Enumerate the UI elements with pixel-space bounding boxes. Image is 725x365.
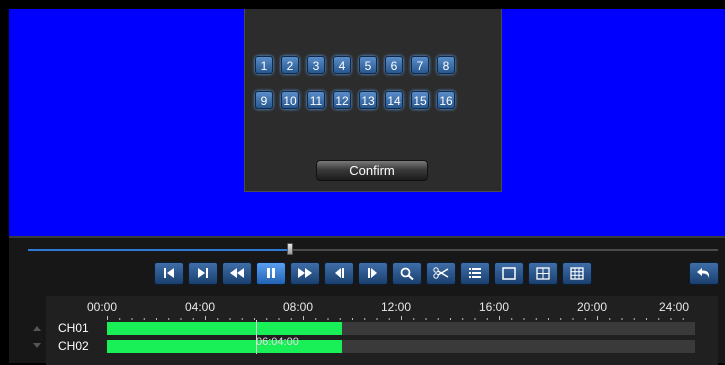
channel-select-dialog: 12345678 9 10 11 12 13 14 15 16 Confirm — [244, 9, 502, 192]
playback-panel: 00:00 04:00 08:00 12:00 16:00 20:00 24:00 CH01… — [9, 236, 725, 365]
channel-button-10[interactable]: 10 — [281, 91, 299, 109]
channel-button-2[interactable]: 2 — [281, 56, 299, 74]
progress-fill — [28, 249, 291, 251]
layout-1-button[interactable] — [494, 262, 524, 285]
skip-to-end-button[interactable] — [188, 262, 218, 285]
channel-button-14[interactable]: 14 — [385, 91, 403, 109]
channel-button-4[interactable]: 4 — [333, 56, 351, 74]
fast-forward-icon — [291, 267, 319, 279]
rewind-button[interactable] — [222, 262, 252, 285]
pause-icon — [257, 267, 285, 279]
scroll-down-icon[interactable] — [33, 343, 41, 348]
hour-label: 16:00 — [479, 300, 510, 314]
layout-nine-icon — [563, 267, 591, 280]
channel-row-1: 12345678 — [255, 56, 491, 74]
recording-segment — [107, 340, 343, 353]
progress-handle[interactable] — [287, 243, 294, 255]
channel-button-12[interactable]: 12 — [333, 91, 351, 109]
channel-bar-ch01[interactable] — [107, 322, 695, 335]
hour-label: 08:00 — [283, 300, 314, 314]
cursor-time-label: 06:04:00 — [256, 336, 299, 348]
hour-label: 12:00 — [381, 300, 412, 314]
magnifier-icon — [393, 267, 421, 280]
step-back-button[interactable] — [324, 262, 354, 285]
layout-4-button[interactable] — [528, 262, 558, 285]
channel-button-13[interactable]: 13 — [359, 91, 377, 109]
timeline[interactable]: 00:00 04:00 08:00 12:00 16:00 20:00 24:00 CH01… — [33, 296, 718, 365]
clip-button[interactable] — [426, 262, 456, 285]
recording-segment — [107, 322, 343, 335]
timeline-ticks — [107, 316, 684, 320]
hour-label: 20:00 — [577, 300, 608, 314]
channel-button-1[interactable]: 1 — [255, 56, 273, 74]
layout-9-button[interactable] — [562, 262, 592, 285]
channel-bar-ch02[interactable] — [107, 340, 695, 353]
channel-button-8[interactable]: 8 — [437, 56, 455, 74]
channel-label-ch01: CH01 — [58, 321, 89, 335]
channel-button-15[interactable]: 15 — [411, 91, 429, 109]
skip-start-icon — [155, 267, 183, 279]
channel-button-3[interactable]: 3 — [307, 56, 325, 74]
scroll-up-icon[interactable] — [33, 326, 41, 331]
skip-to-start-button[interactable] — [154, 262, 184, 285]
step-forward-icon — [359, 267, 387, 279]
hour-label: 04:00 — [185, 300, 216, 314]
pause-button[interactable] — [256, 262, 286, 285]
zoom-button[interactable] — [392, 262, 422, 285]
layout-single-icon — [495, 267, 523, 280]
back-button[interactable] — [689, 262, 719, 285]
channel-grid: 12345678 9 10 11 12 13 14 15 16 — [255, 56, 491, 126]
channel-button-16[interactable]: 16 — [437, 91, 455, 109]
fast-forward-button[interactable] — [290, 262, 320, 285]
channel-button-6[interactable]: 6 — [385, 56, 403, 74]
skip-end-icon — [189, 267, 217, 279]
hour-label: 00:00 — [87, 300, 118, 314]
channel-button-9[interactable]: 9 — [255, 91, 273, 109]
step-back-icon — [325, 267, 353, 279]
channel-row-2: 9 10 11 12 13 14 15 16 — [255, 91, 491, 109]
hour-label: 24:00 — [659, 300, 690, 314]
step-forward-button[interactable] — [358, 262, 388, 285]
rewind-icon — [223, 267, 251, 279]
confirm-button[interactable]: Confirm — [316, 160, 428, 181]
channel-button-7[interactable]: 7 — [411, 56, 429, 74]
list-button[interactable] — [460, 262, 490, 285]
channel-label-ch02: CH02 — [58, 339, 89, 353]
list-icon — [461, 267, 489, 279]
scissors-icon — [427, 267, 455, 279]
channel-button-11[interactable]: 11 — [307, 91, 325, 109]
channel-button-5[interactable]: 5 — [359, 56, 377, 74]
layout-quad-icon — [529, 267, 557, 280]
undo-icon — [690, 267, 718, 280]
progress-track[interactable] — [28, 243, 718, 255]
